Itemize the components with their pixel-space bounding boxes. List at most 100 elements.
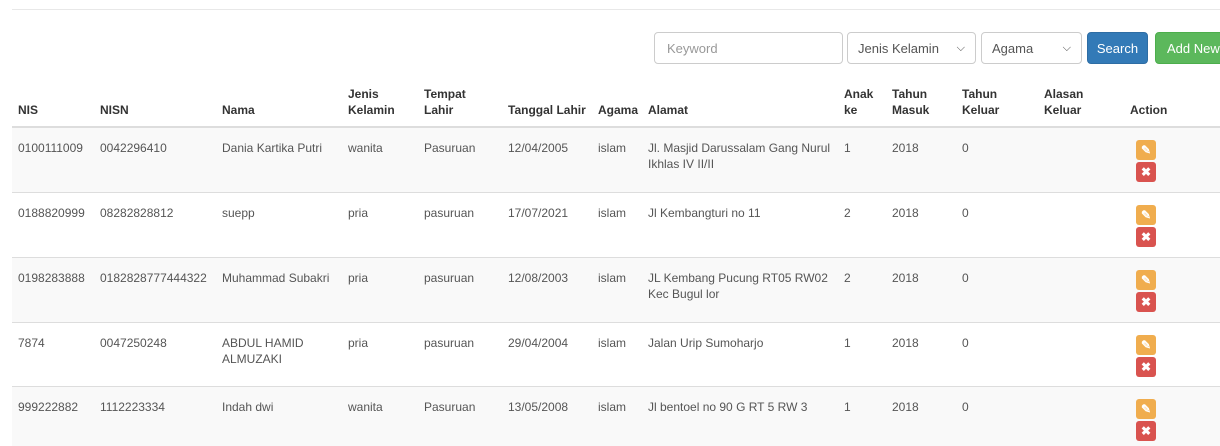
cell-alasan-keluar (1038, 127, 1124, 192)
cell-tahun-masuk: 2018 (886, 256, 956, 322)
header-anak-ke: Anak ke (838, 75, 886, 128)
edit-icon: ✎ (1140, 401, 1152, 416)
table-row: 7874 0047250248 ABDUL HAMID ALMUZAKI pria pa… (12, 321, 1220, 386)
cell-tahun-keluar: 0 (956, 321, 1038, 386)
cell-tempat-lahir: pasuruan (418, 256, 502, 322)
header-tempat-lahir: Tempat Lahir (418, 75, 502, 128)
header-nis: NIS (12, 75, 94, 128)
edit-icon: ✎ (1140, 337, 1152, 352)
top-divider (12, 9, 1220, 10)
edit-button[interactable]: ✎ (1136, 269, 1156, 290)
cell-tempat-lahir: pasuruan (418, 191, 502, 257)
header-alasan-keluar: Alasan Keluar (1038, 75, 1124, 128)
cell-nis: 7874 (12, 321, 94, 386)
cell-alasan-keluar (1038, 191, 1124, 257)
cell-nis: 0188820999 (12, 191, 94, 257)
cell-nis: 0100111009 (12, 127, 94, 192)
agama-select-label: Agama (992, 40, 1034, 56)
cell-tahun-masuk: 2018 (886, 127, 956, 192)
cell-tahun-keluar: 0 (956, 127, 1038, 192)
cell-nama: Muhammad Subakri (216, 256, 342, 322)
delete-button[interactable]: ✖ (1136, 226, 1156, 247)
table-header-row: NIS NISN Nama Jenis Kelamin Tempat Lahir… (12, 75, 1220, 128)
cell-anak-ke: 2 (838, 256, 886, 322)
cell-agama: islam (592, 127, 642, 192)
cell-jenis-kelamin: pria (342, 191, 418, 257)
cell-nis: 0198283888 (12, 256, 94, 322)
cell-alasan-keluar (1038, 256, 1124, 322)
edit-button[interactable]: ✎ (1136, 398, 1156, 419)
cell-tempat-lahir: pasuruan (418, 321, 502, 386)
cell-agama: islam (592, 321, 642, 386)
add-new-button[interactable]: Add New (1155, 32, 1220, 64)
cell-jenis-kelamin: wanita (342, 385, 418, 446)
delete-button[interactable]: ✖ (1136, 356, 1156, 377)
agama-select[interactable]: Agama ⌵ (981, 32, 1082, 64)
cell-alasan-keluar (1038, 385, 1124, 446)
table-row: 999222882 1112223334 Indah dwi wanita Pasuru… (12, 385, 1220, 446)
header-action: Action (1124, 75, 1220, 128)
cell-agama: islam (592, 256, 642, 322)
cell-action: ✎ ✖ (1124, 127, 1220, 192)
header-jenis-kelamin: Jenis Kelamin (342, 75, 418, 128)
edit-button[interactable]: ✎ (1136, 334, 1156, 355)
cell-tanggal-lahir: 29/04/2004 (502, 321, 592, 386)
cell-nama: suepp (216, 191, 342, 257)
chevron-down-icon: ⌵ (956, 41, 965, 54)
jenis-kelamin-select-label: Jenis Kelamin (858, 40, 939, 56)
header-agama: Agama (592, 75, 642, 128)
cell-agama: islam (592, 385, 642, 446)
cell-nama: Dania Kartika Putri (216, 127, 342, 192)
cell-tempat-lahir: Pasuruan (418, 385, 502, 446)
edit-button[interactable]: ✎ (1136, 204, 1156, 225)
cell-tahun-keluar: 0 (956, 191, 1038, 257)
edit-icon: ✎ (1140, 143, 1152, 157)
cell-tanggal-lahir: 12/04/2005 (502, 127, 592, 192)
cell-alasan-keluar (1038, 321, 1124, 386)
cell-agama: islam (592, 191, 642, 257)
cell-nisn: 0182828777444322 (94, 256, 216, 322)
cell-tahun-masuk: 2018 (886, 321, 956, 386)
cell-nis: 999222882 (12, 385, 94, 446)
cell-tanggal-lahir: 17/07/2021 (502, 191, 592, 257)
cell-nama: Indah dwi (216, 385, 342, 446)
search-button[interactable]: Search (1087, 32, 1148, 64)
header-nama: Nama (216, 75, 342, 128)
cell-jenis-kelamin: wanita (342, 127, 418, 192)
cell-nama: ABDUL HAMID ALMUZAKI (216, 321, 342, 386)
keyword-input[interactable] (654, 32, 843, 64)
cell-anak-ke: 1 (838, 385, 886, 446)
cell-alamat: Jl. Masjid Darussalam Gang Nurul Ikhlas … (642, 127, 838, 192)
edit-icon: ✎ (1140, 207, 1152, 222)
header-tanggal-lahir: Tanggal Lahir (502, 75, 592, 128)
cell-nisn: 0047250248 (94, 321, 216, 386)
delete-icon: ✖ (1140, 423, 1152, 438)
header-nisn: NISN (94, 75, 216, 128)
cell-jenis-kelamin: pria (342, 321, 418, 386)
table-row: 0100111009 0042296410 Dania Kartika Putri w… (12, 127, 1220, 192)
delete-button[interactable]: ✖ (1136, 162, 1156, 182)
cell-anak-ke: 1 (838, 321, 886, 386)
cell-action: ✎ ✖ (1124, 321, 1220, 386)
delete-icon: ✖ (1140, 294, 1152, 309)
table-row: 0188820999 08282828812 suepp pria pasuruan 17… (12, 191, 1220, 257)
cell-alamat: Jl Kembangturi no 11 (642, 191, 838, 257)
header-tahun-masuk: Tahun Masuk (886, 75, 956, 128)
toolbar: Jenis Kelamin ⌵ Agama ⌵ Search Add New (0, 32, 1220, 64)
jenis-kelamin-select[interactable]: Jenis Kelamin ⌵ (847, 32, 976, 64)
cell-tahun-masuk: 2018 (886, 191, 956, 257)
cell-tahun-masuk: 2018 (886, 385, 956, 446)
cell-tahun-keluar: 0 (956, 385, 1038, 446)
cell-alamat: JL Kembang Pucung RT05 RW02 Kec Bugul lo… (642, 256, 838, 322)
cell-jenis-kelamin: pria (342, 256, 418, 322)
delete-button[interactable]: ✖ (1136, 291, 1156, 312)
chevron-down-icon: ⌵ (1062, 41, 1071, 54)
table-row: 0198283888 0182828777444322 Muhammad Subak… (12, 256, 1220, 322)
cell-tanggal-lahir: 12/08/2003 (502, 256, 592, 322)
cell-nisn: 0042296410 (94, 127, 216, 192)
edit-button[interactable]: ✎ (1136, 140, 1156, 160)
delete-button[interactable]: ✖ (1136, 420, 1156, 441)
delete-icon: ✖ (1140, 359, 1152, 374)
cell-tempat-lahir: Pasuruan (418, 127, 502, 192)
cell-anak-ke: 1 (838, 127, 886, 192)
